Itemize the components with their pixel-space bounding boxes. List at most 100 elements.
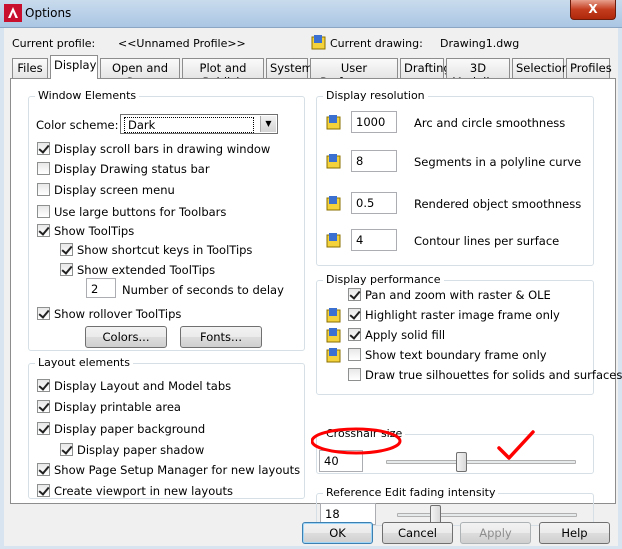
display-resolution-title: Display resolution (323, 89, 428, 102)
tab-plot-and-publish[interactable]: Plot and Publish (182, 58, 264, 89)
current-profile-label: Current profile: (12, 37, 96, 50)
checkbox-drawing-status-bar[interactable] (37, 162, 50, 175)
checkbox-highlight-raster[interactable] (348, 308, 361, 321)
chevron-down-icon: ▼ (260, 116, 276, 132)
current-drawing-value: Drawing1.dwg (440, 37, 520, 50)
checkbox-paper-background[interactable] (37, 422, 50, 435)
checkbox-paper-shadow[interactable] (60, 443, 73, 456)
label-large-buttons: Use large buttons for Toolbars (54, 205, 227, 219)
options-dialog: Current profile: <<Unnamed Profile>> Cur… (4, 28, 622, 546)
label-rollover-tooltips: Show rollover ToolTips (54, 307, 182, 321)
tooltip-delay-label: Number of seconds to delay (122, 283, 284, 297)
checkbox-create-viewport[interactable] (37, 484, 50, 497)
label-printable-area: Display printable area (54, 400, 181, 414)
colors-button[interactable]: Colors... (85, 326, 167, 348)
checkbox-text-boundary[interactable] (348, 348, 361, 361)
resolution-row-contour: 4 Contour lines per surface (325, 229, 585, 251)
drawing-file-icon (326, 115, 341, 130)
apply-button[interactable]: Apply (460, 522, 531, 544)
tooltip-delay-input[interactable]: 2 (86, 278, 116, 298)
label-layout-model-tabs: Display Layout and Model tabs (54, 379, 232, 393)
checkbox-layout-model-tabs[interactable] (37, 379, 50, 392)
arc-smoothness-input[interactable]: 1000 (351, 111, 397, 133)
layout-elements-group: Layout elements Display Layout and Model… (28, 356, 305, 499)
label-highlight-raster: Highlight raster image frame only (365, 308, 560, 322)
fonts-button[interactable]: Fonts... (180, 326, 262, 348)
autocad-logo-icon (4, 4, 22, 22)
tab-user-preferences[interactable]: User Preferences (310, 58, 398, 89)
label-scroll-bars: Display scroll bars in drawing window (54, 142, 271, 156)
label-screen-menu: Display screen menu (54, 183, 175, 197)
resolution-row-arc: 1000 Arc and circle smoothness (325, 111, 585, 133)
help-button[interactable]: Help (539, 522, 610, 544)
tab-selection[interactable]: Selection (512, 58, 569, 78)
checkbox-true-silhouettes[interactable] (348, 368, 361, 381)
checkbox-pan-zoom-raster[interactable] (348, 288, 361, 301)
ok-button[interactable]: OK (302, 522, 373, 544)
layout-elements-title: Layout elements (35, 356, 133, 369)
ref-edit-fading-title: Reference Edit fading intensity (323, 486, 499, 499)
crosshair-circle-annotation (311, 427, 402, 455)
tab-display[interactable]: Display (50, 55, 98, 79)
contour-lines-input[interactable]: 4 (351, 229, 397, 251)
drawing-file-icon (326, 328, 341, 343)
resolution-row-polyline: 8 Segments in a polyline curve (325, 150, 585, 172)
polyline-segments-label: Segments in a polyline curve (414, 155, 582, 169)
checkbox-rollover-tooltips[interactable] (37, 307, 50, 320)
label-shortcut-keys: Show shortcut keys in ToolTips (77, 243, 253, 257)
drawing-file-icon (326, 308, 341, 323)
checkbox-shortcut-keys[interactable] (60, 243, 73, 256)
label-extended-tooltips: Show extended ToolTips (77, 263, 216, 277)
label-paper-shadow: Display paper shadow (77, 443, 205, 457)
checkbox-large-buttons[interactable] (37, 205, 50, 218)
tab-3d-modeling[interactable]: 3D Modeling (446, 58, 510, 89)
checkbox-scroll-bars[interactable] (37, 142, 50, 155)
cancel-button[interactable]: Cancel (382, 522, 453, 544)
checkbox-screen-menu[interactable] (37, 183, 50, 196)
resolution-row-rendered: 0.5 Rendered object smoothness (325, 192, 585, 214)
drawing-file-icon (311, 35, 326, 50)
rendered-smoothness-input[interactable]: 0.5 (351, 192, 397, 214)
label-true-silhouettes: Draw true silhouettes for solids and sur… (365, 368, 622, 382)
checkbox-solid-fill[interactable] (348, 328, 361, 341)
display-performance-title: Display performance (323, 273, 444, 286)
window-elements-group: Window Elements Color scheme: Dark ▼ Dis… (28, 89, 305, 351)
drawing-file-icon (326, 154, 341, 169)
label-pan-zoom-raster: Pan and zoom with raster & OLE (365, 288, 551, 302)
checkbox-extended-tooltips[interactable] (60, 263, 73, 276)
color-scheme-select[interactable]: Dark ▼ (120, 114, 278, 134)
label-create-viewport: Create viewport in new layouts (54, 484, 234, 498)
drawing-file-icon (326, 233, 341, 248)
label-text-boundary: Show text boundary frame only (365, 348, 547, 362)
arc-smoothness-label: Arc and circle smoothness (414, 116, 566, 130)
tab-system[interactable]: System (266, 58, 313, 78)
window-elements-title: Window Elements (35, 89, 140, 102)
color-scheme-value: Dark (124, 117, 254, 133)
window-title: Options (25, 6, 72, 20)
red-annotation-marks (311, 427, 535, 460)
tab-files[interactable]: Files (12, 58, 48, 78)
title-bar: Options X (0, 0, 622, 28)
color-scheme-label: Color scheme: (36, 118, 119, 132)
drawing-file-icon (326, 348, 341, 363)
checkbox-page-setup-manager[interactable] (37, 463, 50, 476)
current-drawing-label: Current drawing: (330, 37, 423, 50)
checkbox-printable-area[interactable] (37, 400, 50, 413)
display-resolution-group: Display resolution 1000 Arc and circle s… (316, 89, 594, 266)
label-show-tooltips: Show ToolTips (54, 224, 135, 238)
tab-profiles[interactable]: Profiles (566, 58, 612, 78)
label-drawing-status-bar: Display Drawing status bar (54, 162, 210, 176)
close-button[interactable]: X (570, 0, 616, 20)
rendered-smoothness-label: Rendered object smoothness (414, 197, 582, 211)
label-paper-background: Display paper background (54, 422, 206, 436)
checkbox-show-tooltips[interactable] (37, 224, 50, 237)
current-profile-value: <<Unnamed Profile>> (118, 37, 246, 50)
display-tab-panel: Window Elements Color scheme: Dark ▼ Dis… (10, 78, 622, 526)
label-solid-fill: Apply solid fill (365, 328, 446, 342)
tab-drafting[interactable]: Drafting (400, 58, 451, 78)
tab-open-and-save[interactable]: Open and Save (100, 58, 180, 89)
polyline-segments-input[interactable]: 8 (351, 150, 397, 172)
ref-edit-slider-track (397, 513, 577, 517)
label-page-setup-manager: Show Page Setup Manager for new layouts (54, 463, 301, 477)
display-performance-group: Display performance Pan and zoom with ra… (316, 273, 622, 395)
